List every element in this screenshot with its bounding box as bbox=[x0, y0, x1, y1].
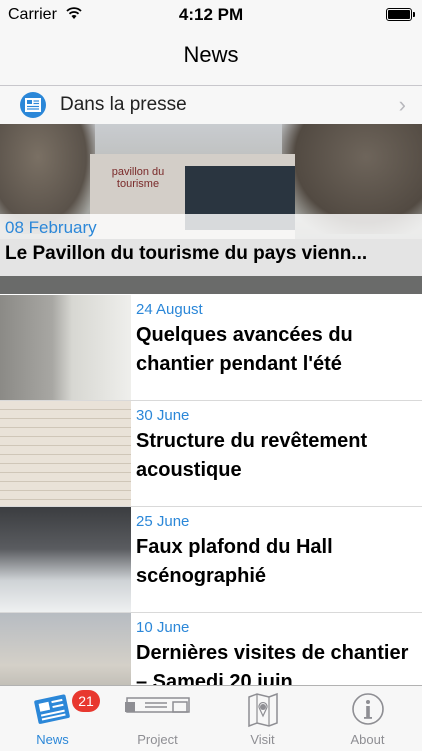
tab-label: About bbox=[350, 732, 385, 747]
news-item[interactable]: 24 August Quelques avancées du chantier … bbox=[0, 295, 422, 401]
press-label: Dans la presse bbox=[60, 94, 187, 115]
tab-label: Visit bbox=[250, 732, 275, 747]
project-icon bbox=[124, 697, 190, 713]
news-item[interactable]: 25 June Faux plafond du Hall scénographi… bbox=[0, 507, 422, 613]
press-row[interactable]: Dans la presse › bbox=[0, 86, 422, 125]
news-item[interactable]: 30 June Structure du revêtement acoustiq… bbox=[0, 401, 422, 507]
news-date: 25 June bbox=[136, 513, 190, 530]
tab-bar: 21 News Project Visit About bbox=[0, 685, 422, 751]
map-icon bbox=[247, 692, 278, 728]
chevron-right-icon: › bbox=[398, 92, 406, 117]
tab-news[interactable]: 21 News bbox=[0, 686, 105, 751]
news-title: Structure du revêtement acoustique bbox=[136, 430, 368, 481]
news-title: Faux plafond du Hall scénographié bbox=[136, 536, 333, 587]
tab-about[interactable]: About bbox=[315, 686, 420, 751]
news-date: 30 June bbox=[136, 407, 190, 424]
newspaper-icon bbox=[33, 694, 70, 724]
news-title: Quelques avancées du chantier pendant l'… bbox=[136, 324, 353, 375]
newspaper-icon bbox=[20, 92, 46, 118]
news-thumbnail bbox=[0, 401, 131, 506]
news-headline: Le Pavillon du tourisme du pays vienn... bbox=[5, 243, 368, 264]
info-icon bbox=[351, 693, 384, 725]
tab-label: Project bbox=[137, 732, 178, 747]
news-date: 10 June bbox=[136, 619, 190, 636]
notification-badge: 21 bbox=[72, 690, 100, 712]
status-bar: Carrier 4:12 PM bbox=[0, 0, 422, 30]
news-thumbnail bbox=[0, 507, 131, 612]
building-sign: pavillon du tourisme bbox=[111, 166, 165, 190]
status-time: 4:12 PM bbox=[178, 5, 244, 24]
news-date: 08 February bbox=[5, 218, 97, 237]
news-thumbnail bbox=[0, 295, 131, 400]
page-title: News bbox=[183, 42, 239, 67]
tab-visit[interactable]: Visit bbox=[210, 686, 315, 751]
tab-label: News bbox=[36, 732, 69, 747]
battery-icon bbox=[386, 8, 415, 21]
news-date: 24 August bbox=[136, 301, 203, 318]
navigation-bar: News bbox=[0, 30, 422, 86]
featured-news[interactable]: pavillon du tourisme 08 February Le Pavi… bbox=[0, 124, 422, 294]
tab-project[interactable]: Project bbox=[105, 686, 210, 751]
